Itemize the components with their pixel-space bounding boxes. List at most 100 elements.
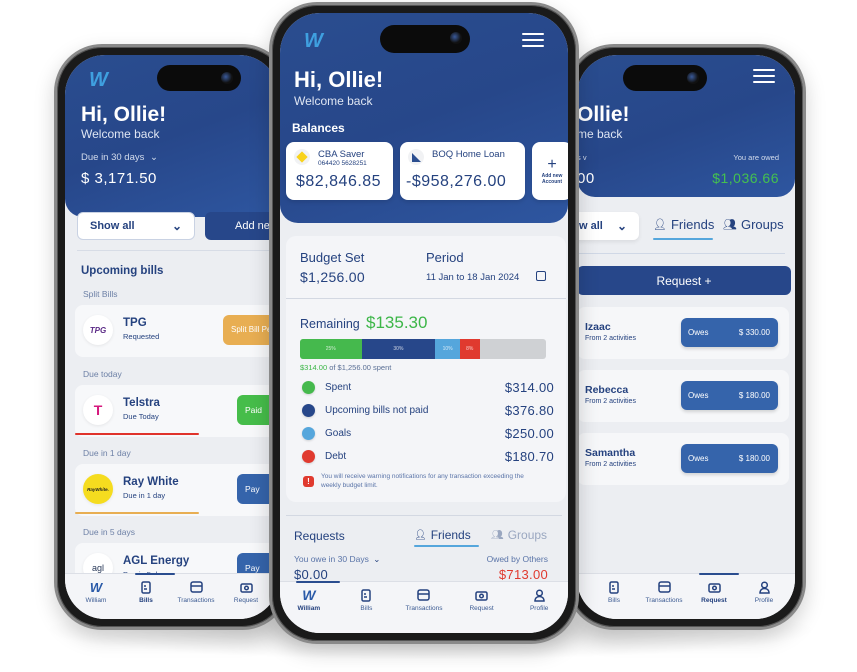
chevron-down-icon: ⌄ [616,219,627,233]
dynamic-island [380,25,470,53]
tab-groups[interactable]: 👥︎ Groups [723,217,784,232]
group-label: Due in 1 day [83,448,131,458]
active-tab-indicator [135,573,175,575]
legend-name: Upcoming bills not paid [325,404,429,416]
tab-william[interactable]: W William [284,587,334,612]
account-name: CBA Saver [318,149,365,160]
phone-home: W Hi, Ollie! Welcome back Balances CBA S… [269,2,579,644]
legend-row: Upcoming bills not paid $376.80 [302,401,554,419]
tab-william[interactable]: W William [71,579,121,605]
tab-profile[interactable]: Profile [514,588,564,612]
account-number: 064420 5628251 [318,160,367,167]
warning-icon: ! [303,476,314,487]
bill-status: Requested [123,332,160,341]
bill-card[interactable]: RayWhite. Ray White Due in 1 day Pay [75,464,279,516]
owes-button[interactable]: Owes $ 180.00 [681,381,778,410]
tab-friends[interactable]: 👤︎ Friends [414,528,471,542]
profile-icon [533,588,545,602]
request-button[interactable]: Request + [577,266,791,295]
legend-amount: $314.00 [504,379,554,395]
group-label: Due today [83,369,122,379]
upcoming-dot-icon [302,403,315,417]
tab-request[interactable]: Request [457,588,507,612]
phone-bills: W Hi, Ollie! Welcome back Due in 30 days… [54,44,290,630]
group-label: Due in 5 days [83,527,135,537]
legend-row: Spent $314.00 [302,378,554,396]
tab-bills[interactable]: Bills [589,580,639,604]
bill-card[interactable]: T Telstra Due Today Paid [75,385,279,437]
owes-button[interactable]: Owes $ 330.00 [681,318,778,347]
tab-groups[interactable]: 👥︎ Groups [491,528,547,542]
remaining-label: Remaining [300,317,360,331]
friend-card[interactable]: Izaac From 2 activities Owes $ 330.00 [577,307,789,359]
screen: W Hi, Ollie! Welcome back Balances CBA S… [280,13,568,633]
due-amount: $ 3,171.50 [81,170,157,187]
group-icon: 👥︎ [723,219,737,231]
edit-icon[interactable] [536,271,546,281]
friend-card[interactable]: Rebecca From 2 activities Owes $ 180.00 [577,370,789,422]
william-logo-icon[interactable]: W [304,30,323,53]
menu-icon[interactable] [753,69,775,83]
group-icon: 👥︎ [491,529,504,541]
tab-friends[interactable]: 👤︎ Friends [653,217,714,232]
telstra-logo-icon: T [83,395,113,425]
filter-select[interactable]: Show all ⌄ [77,212,195,240]
bill-status: Due Today [123,412,159,421]
william-logo-icon: W [89,579,103,595]
tab-request[interactable]: Request [689,580,739,604]
friend-card[interactable]: Samantha From 2 activities Owes $ 180.00 [577,433,789,485]
greeting-title: Hi, Ollie! [81,103,167,126]
bill-name: Telstra [123,397,160,409]
requests-title: Requests [294,529,345,543]
owes-button[interactable]: Owes $ 180.00 [681,444,778,473]
divider [286,515,562,516]
budget-progress-bar: 25% 30% 10% 8% [300,339,546,359]
friend-activity: From 2 activities [585,461,636,468]
legend-amount: $376.80 [504,402,554,418]
account-card[interactable]: CBA Saver 064420 5628251 $82,846.85 [286,142,393,200]
balances-title: Balances [292,121,345,135]
tab-transactions[interactable]: Transactions [639,580,689,604]
filter-select[interactable]: w all ⌄ [577,212,639,240]
owed-by-value: $713.00 [498,567,548,582]
menu-icon[interactable] [522,33,544,47]
due-progress-line [75,512,199,514]
tab-profile[interactable]: Profile [739,580,789,604]
spent-summary: $314.00 of $1,256.00 spent [300,363,392,372]
you-owe-select[interactable]: You owe in 30 Days ⌄ [294,554,380,565]
legend-name: Debt [325,450,347,462]
chevron-down-icon: ⌄ [171,219,182,233]
friend-name: Samantha [585,447,636,459]
account-name: BOQ Home Loan [432,149,505,160]
bill-card[interactable]: TPG TPG Requested Split Bill Pending [75,305,279,357]
filter-select-value: w all [579,220,603,232]
chevron-down-icon: ⌄ [373,554,381,564]
phone-request: Ollie! me back s v 00 You are owed $1,03… [566,44,806,630]
friend-activity: From 2 activities [585,335,636,342]
active-tab-indicator [699,573,739,575]
william-logo-icon[interactable]: W [89,69,108,92]
tab-request[interactable]: Request [221,580,271,604]
add-new-button[interactable]: Add new [205,212,279,240]
owed-amount: $1,036.66 [712,170,779,186]
ray-white-logo-icon: RayWhite. [83,474,113,504]
divider [286,298,566,299]
remaining-value: $135.30 [366,313,428,332]
tab-transactions[interactable]: Transactions [171,580,221,604]
add-account-button[interactable]: + Add new Account [532,142,568,200]
account-card[interactable]: BOQ Home Loan -$958,276.00 [400,142,525,200]
section-title: Upcoming bills [81,265,164,277]
tab-bills[interactable]: Bills [341,588,391,612]
dynamic-island [623,65,707,91]
owed-label: You are owed [733,153,779,162]
bill-name: AGL Energy [123,555,190,567]
divider [577,253,785,254]
due-period-select[interactable]: Due in 30 days ⌄ [81,152,158,163]
greeting-subtitle: Welcome back [81,127,160,141]
bills-icon [361,588,372,602]
tab-transactions[interactable]: Transactions [399,588,449,612]
warning-text: You will receive warning notifications f… [321,473,524,489]
account-balance: -$958,276.00 [406,173,507,190]
tab-bills[interactable]: Bills [121,580,171,604]
request-icon [707,580,721,594]
